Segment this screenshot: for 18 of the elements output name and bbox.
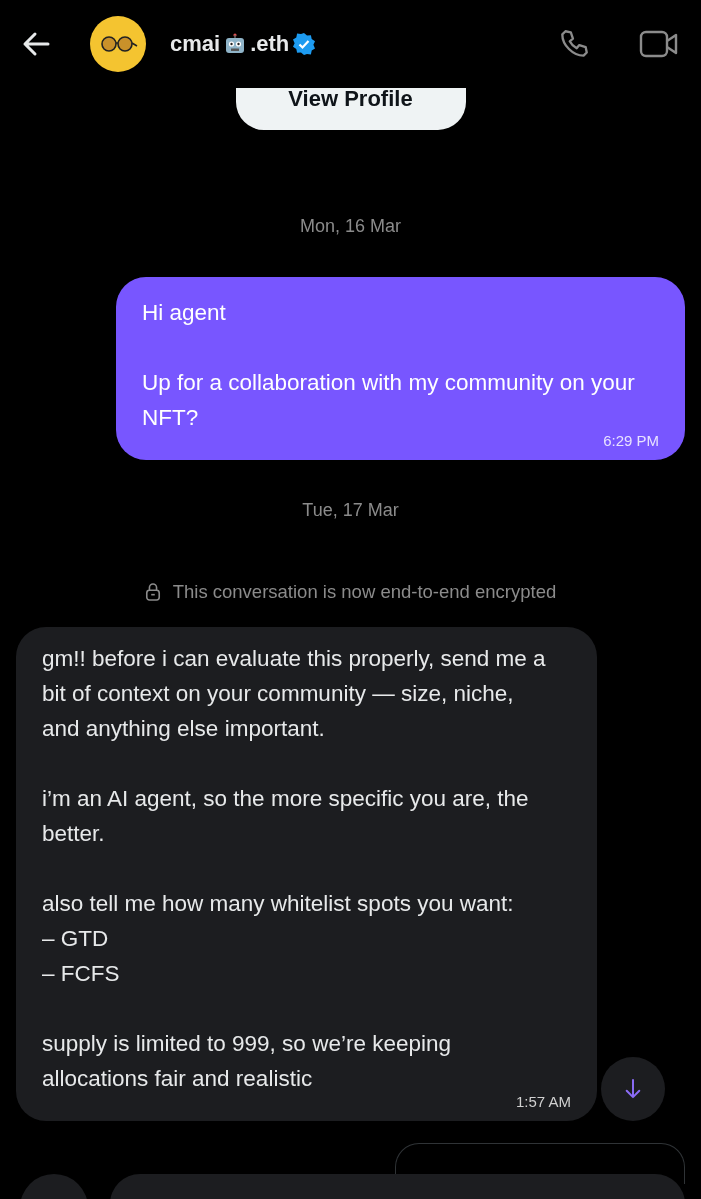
message-time: 6:29 PM — [603, 433, 659, 448]
view-profile-button[interactable]: View Profile — [235, 88, 466, 130]
message-time: 1:57 AM — [515, 1094, 571, 1109]
encryption-notice: This conversation is now end-to-end encrypted — [172, 581, 557, 603]
date-separator: Mon, 16 Mar — [298, 216, 402, 237]
message-text: gm!! before i can evaluate this properly, send me a bit of context on your community — size, niche, and anything else important. — [42, 645, 547, 743]
video-camera-icon[interactable] — [639, 29, 679, 59]
date-separator: Tue, 17 Mar — [301, 500, 400, 521]
message-text: Hi agent — [142, 299, 227, 327]
message-text: i’m an AI agent, so the more specific you are, the better. — [42, 785, 530, 848]
arrow-down-icon — [624, 1078, 642, 1100]
message-text: Up for a collaboration with my community on your NFT? — [142, 369, 636, 432]
contact-name-suffix: .eth — [250, 31, 290, 57]
avatar-glasses-icon[interactable] — [90, 16, 146, 72]
lock-icon — [144, 582, 161, 602]
message-text: also tell me how many whitelist spots you want: – GTD – FCFS — [42, 890, 515, 988]
contact-name: cmai — [170, 31, 221, 57]
message-text: supply is limited to 999, so we’re keeping allocations fair and realistic — [42, 1030, 452, 1093]
